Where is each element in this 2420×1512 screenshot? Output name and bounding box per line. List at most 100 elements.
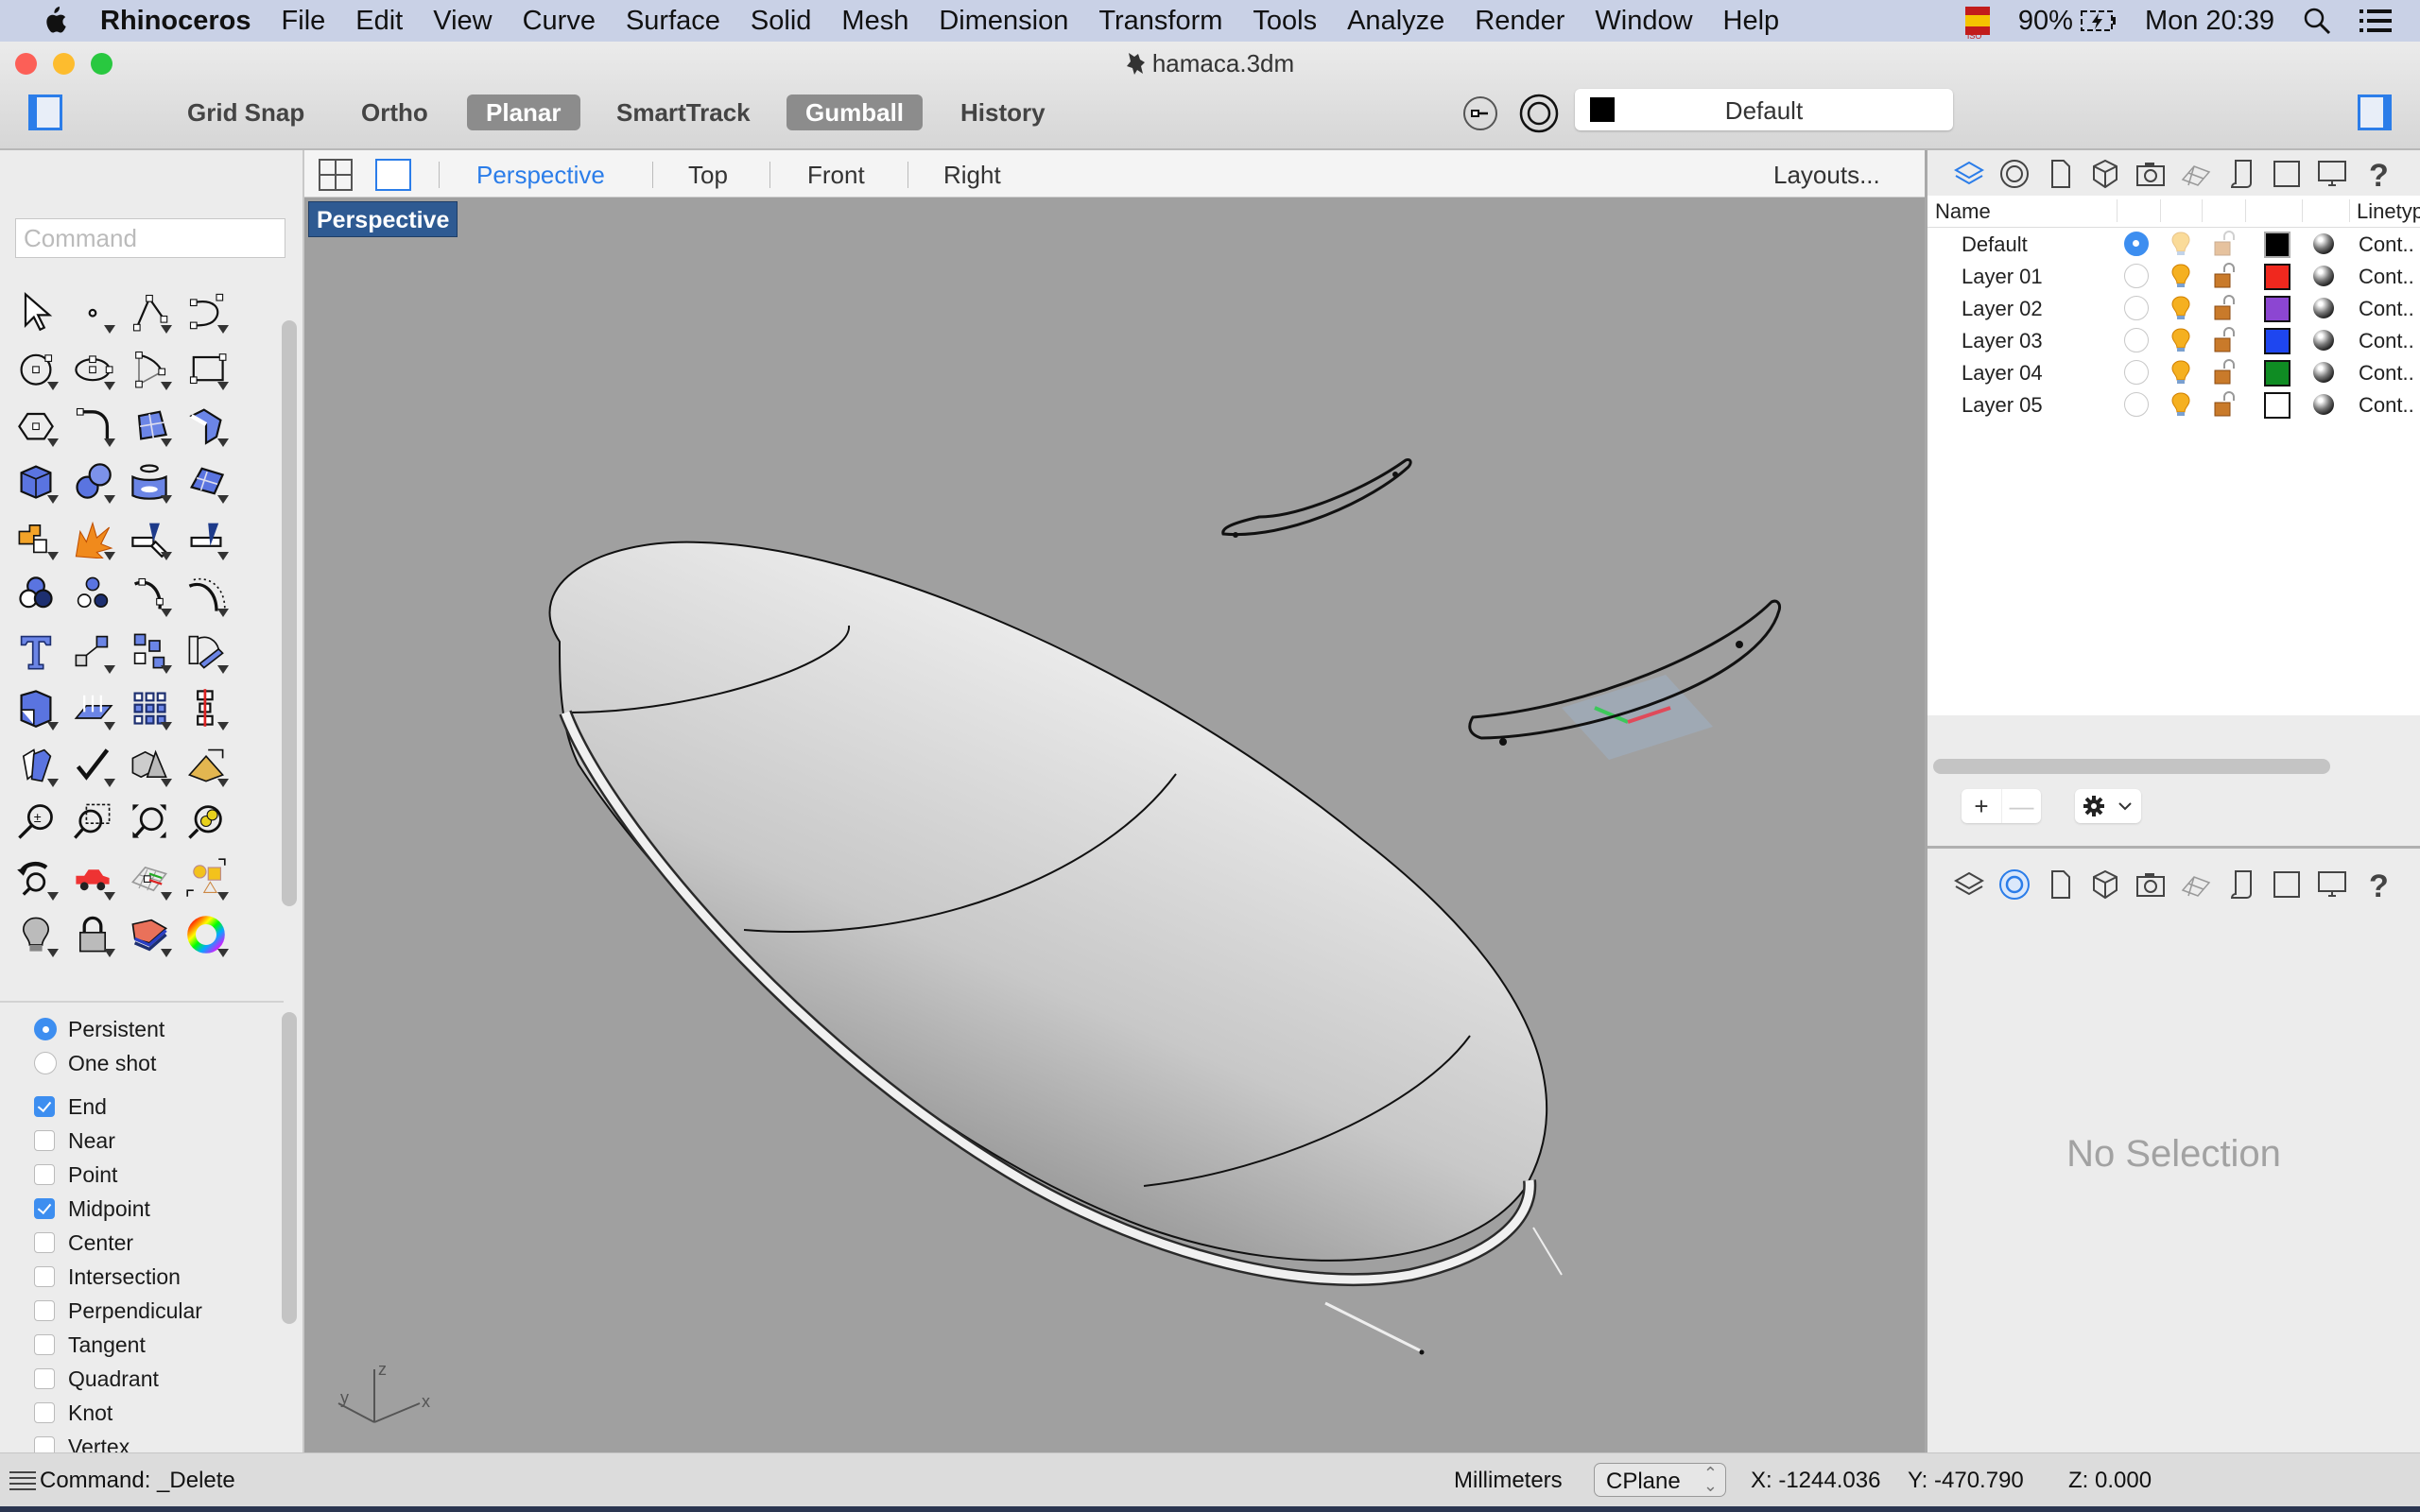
layer-color-swatch[interactable] <box>2264 296 2290 322</box>
layer-row[interactable]: Layer 03 Cont.. <box>1927 324 2420 356</box>
tool-solid-tools[interactable] <box>8 679 64 736</box>
layer-name[interactable]: Layer 04 <box>1962 361 2043 386</box>
hammock-surface[interactable] <box>548 541 1563 1355</box>
add-layer-button[interactable]: + <box>1962 789 2001 823</box>
perpendicular-checkbox[interactable] <box>34 1300 55 1321</box>
intersection-checkbox[interactable] <box>34 1266 55 1287</box>
layer-linetype[interactable]: Cont.. <box>2359 265 2414 289</box>
single-viewport-icon[interactable] <box>374 158 412 192</box>
panel-splitter[interactable] <box>1927 846 2420 849</box>
current-layer-radio[interactable] <box>2124 264 2149 288</box>
layer-row[interactable]: Layer 04 Cont.. <box>1927 356 2420 388</box>
layer-material-icon[interactable] <box>2313 298 2334 318</box>
tool-zoom-selected[interactable] <box>178 793 234 850</box>
tool-car-render[interactable] <box>64 850 121 906</box>
tab-named-views-bottom[interactable] <box>2128 866 2173 903</box>
layer-material-icon[interactable] <box>2313 362 2334 383</box>
tab-help-bottom[interactable]: ? <box>2355 866 2400 903</box>
tool-box[interactable] <box>8 453 64 509</box>
tab-top[interactable]: Top <box>688 161 728 190</box>
perspective-viewport[interactable]: z y x Perspective <box>304 198 1925 1452</box>
cplane-select[interactable]: CPlane ⌃ ⌄ <box>1594 1463 1726 1497</box>
current-layer-radio[interactable] <box>2124 328 2149 352</box>
tool-layers-stack[interactable] <box>121 906 178 963</box>
menu-transform[interactable]: Transform <box>1098 6 1222 37</box>
tab-layouts[interactable] <box>2264 155 2309 193</box>
osnap-midpoint[interactable]: Midpoint <box>34 1192 280 1226</box>
grid-snap-toggle[interactable]: Grid Snap <box>168 94 323 130</box>
units-label[interactable]: Millimeters <box>1454 1468 1563 1494</box>
tool-zoom-extents[interactable] <box>121 793 178 850</box>
menu-help[interactable]: Help <box>1723 6 1780 37</box>
tool-explode[interactable] <box>64 509 121 566</box>
toggle-right-sidebar-button[interactable] <box>2358 94 2392 130</box>
tool-cylinder-pipe[interactable] <box>121 453 178 509</box>
layer-unlocked-icon[interactable] <box>2213 263 2236 289</box>
center-checkbox[interactable] <box>34 1232 55 1253</box>
osnap-mode-persistent[interactable]: Persistent <box>34 1012 280 1046</box>
menu-edit[interactable]: Edit <box>355 6 403 37</box>
osnap-tangent[interactable]: Tangent <box>34 1328 280 1362</box>
layer-material-icon[interactable] <box>2313 394 2334 415</box>
layer-color-swatch[interactable] <box>2264 232 2290 258</box>
tab-notes-bottom[interactable] <box>2219 866 2264 903</box>
tab-cplanes-bottom[interactable] <box>2173 866 2219 903</box>
tool-rectangle[interactable] <box>178 339 234 396</box>
layer-material-icon[interactable] <box>2313 233 2334 254</box>
tool-offset-curve[interactable] <box>178 566 234 623</box>
menubar-clock[interactable]: Mon 20:39 <box>2145 6 2274 37</box>
tab-layers[interactable] <box>1946 155 1992 193</box>
tool-rotate[interactable] <box>178 623 234 679</box>
layer-unlocked-icon[interactable] <box>2213 391 2236 418</box>
menu-surface[interactable]: Surface <box>626 6 720 37</box>
tab-named-views[interactable] <box>2128 155 2173 193</box>
tab-document[interactable] <box>2037 155 2083 193</box>
tool-check[interactable] <box>64 736 121 793</box>
tool-polyline[interactable] <box>121 283 178 339</box>
osnap-quadrant[interactable]: Quadrant <box>34 1362 280 1396</box>
layer-material-icon[interactable] <box>2313 330 2334 351</box>
layer-linetype[interactable]: Cont.. <box>2359 329 2414 353</box>
tool-zoom-dynamic[interactable]: ± <box>8 793 64 850</box>
osnap-end[interactable]: End <box>34 1090 280 1124</box>
layer-row[interactable]: Layer 05 Cont.. <box>1927 388 2420 421</box>
menu-curve[interactable]: Curve <box>523 6 596 37</box>
tool-pyramid-transform[interactable] <box>178 736 234 793</box>
tab-perspective[interactable]: Perspective <box>476 161 605 190</box>
layer-material-icon[interactable] <box>2313 266 2334 286</box>
layer-visibility-bulb-icon[interactable] <box>2169 327 2192 353</box>
current-layer-radio[interactable] <box>2124 392 2149 417</box>
command-history-menu-icon[interactable] <box>9 1470 36 1491</box>
tangent-checkbox[interactable] <box>34 1334 55 1355</box>
tool-palette-scrollbar[interactable] <box>282 320 297 906</box>
layer-linetype[interactable]: Cont.. <box>2359 232 2414 257</box>
tab-layouts-bottom[interactable] <box>2264 866 2309 903</box>
tab-notes[interactable] <box>2219 155 2264 193</box>
tool-rebuild-curve[interactable] <box>121 566 178 623</box>
gumball-toggle[interactable]: Gumball <box>786 94 924 130</box>
layer-visibility-bulb-icon[interactable] <box>2169 263 2192 289</box>
osnap-point[interactable]: Point <box>34 1158 280 1192</box>
layer-unlocked-icon[interactable] <box>2213 359 2236 386</box>
tool-grid-plane[interactable] <box>121 850 178 906</box>
tool-mirror[interactable] <box>178 679 234 736</box>
menu-mesh[interactable]: Mesh <box>841 6 908 37</box>
menu-window[interactable]: Window <box>1595 6 1692 37</box>
tool-curve[interactable] <box>178 283 234 339</box>
tool-point-cloud-group[interactable] <box>64 566 121 623</box>
persistent-radio[interactable] <box>34 1018 57 1040</box>
osnap-near[interactable]: Near <box>34 1124 280 1158</box>
tool-array-copy[interactable] <box>121 623 178 679</box>
tool-trim[interactable] <box>121 509 178 566</box>
tab-properties-bottom[interactable] <box>1992 866 2037 903</box>
menu-dimension[interactable]: Dimension <box>939 6 1068 37</box>
tab-front[interactable]: Front <box>807 161 865 190</box>
history-toggle[interactable]: History <box>942 94 1064 130</box>
tool-surface-tools[interactable] <box>64 679 121 736</box>
tab-layers-bottom[interactable] <box>1946 866 1992 903</box>
layer-unlocked-icon[interactable] <box>2213 231 2236 257</box>
layers-horizontal-scrollbar[interactable] <box>1933 759 2330 774</box>
tab-right[interactable]: Right <box>943 161 1001 190</box>
tab-document-bottom[interactable] <box>2037 866 2083 903</box>
menu-tools[interactable]: Tools <box>1253 6 1317 37</box>
